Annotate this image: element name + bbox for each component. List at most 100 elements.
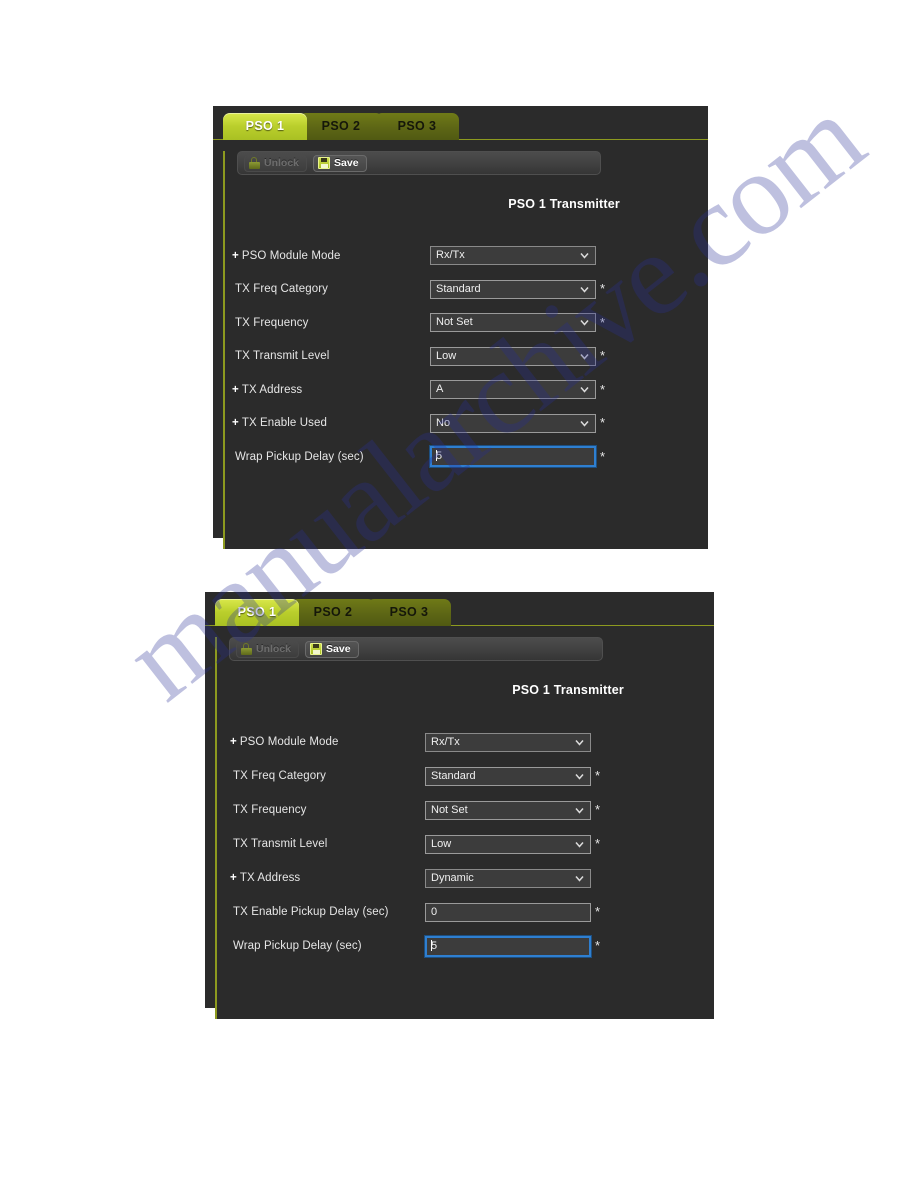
select-value: Low <box>436 349 457 362</box>
field-label: TX Freq Category <box>217 770 425 782</box>
form-row: +PSO Module Mode Rx/Tx * <box>217 725 714 759</box>
form-row: +PSO Module Mode Rx/Tx * <box>225 239 708 273</box>
expand-marker: + <box>232 383 239 396</box>
select-value: Not Set <box>436 316 473 329</box>
chevron-down-icon <box>580 251 589 260</box>
pso-config-panel-1: PSO 3 PSO 2 PSO 1 Unlock Save PSO 1 Tran… <box>213 106 708 549</box>
field-label: TX Frequency <box>225 317 430 329</box>
tab-pso-1[interactable]: PSO 1 <box>223 113 307 140</box>
tx-enable-used-select[interactable]: No <box>430 413 596 433</box>
required-marker: * <box>595 768 601 783</box>
select-value: Not Set <box>431 803 468 816</box>
field-wrap: No * <box>430 413 608 433</box>
tab-pso-3[interactable]: PSO 3 <box>367 599 451 626</box>
unlock-button[interactable]: Unlock <box>244 154 308 172</box>
chevron-down-icon <box>580 385 589 394</box>
required-marker: * <box>595 904 601 919</box>
required-marker: * <box>595 938 601 953</box>
tx-address-select[interactable]: Dynamic <box>425 868 591 888</box>
tab-pso-3[interactable]: PSO 3 <box>375 113 459 140</box>
field-label: + PSO Module Mode <box>225 250 430 262</box>
field-label: Wrap Pickup Delay (sec) <box>225 451 430 463</box>
tx-address-select[interactable]: A <box>430 380 596 400</box>
field-wrap: Low * <box>425 834 603 854</box>
pso-module-mode-select[interactable]: Rx/Tx <box>430 246 596 266</box>
field-label-text: TX Transmit Level <box>235 350 330 363</box>
field-label: TX Frequency <box>217 804 425 816</box>
unlock-button-label: Unlock <box>256 643 292 655</box>
tx-freq-category-select[interactable]: Standard <box>430 279 596 299</box>
field-wrap: Rx/Tx * <box>425 732 603 752</box>
save-button[interactable]: Save <box>313 154 367 172</box>
field-label-text: TX Freq Category <box>233 770 326 782</box>
save-button-label: Save <box>334 157 359 169</box>
save-button[interactable]: Save <box>305 640 359 658</box>
select-value: Dynamic <box>431 871 474 884</box>
field-label-text: PSO Module Mode <box>241 249 341 262</box>
chevron-down-icon <box>575 840 584 849</box>
input-value: 0 <box>431 905 438 918</box>
action-toolbar: Unlock Save <box>237 151 601 175</box>
field-wrap: 5 * <box>430 446 608 468</box>
tx-transmit-level-select[interactable]: Low <box>425 834 591 854</box>
lock-icon <box>241 643 252 655</box>
expand-marker: + <box>232 417 239 430</box>
field-label: TX Transmit Level <box>217 838 425 850</box>
chevron-down-icon <box>575 806 584 815</box>
field-label-text: TX Enable Pickup Delay (sec) <box>233 906 389 918</box>
panel-title: PSO 1 Transmitter <box>512 683 624 697</box>
floppy-disk-icon <box>310 643 323 655</box>
pso-module-mode-select[interactable]: Rx/Tx <box>425 732 591 752</box>
form-row: TX Enable Pickup Delay (sec) 0 * <box>217 895 714 929</box>
floppy-disk-icon <box>318 157 331 169</box>
field-label: + TX Address <box>225 384 430 396</box>
panel-title: PSO 1 Transmitter <box>508 197 620 211</box>
required-marker: * <box>600 381 606 397</box>
form-row: TX Freq Category Standard * <box>225 273 708 307</box>
required-marker: * <box>600 314 606 330</box>
field-label-text: PSO Module Mode <box>239 736 339 748</box>
form-row: Wrap Pickup Delay (sec) 5 * <box>217 929 714 963</box>
form-row: TX Frequency Not Set * <box>225 306 708 340</box>
select-value: Rx/Tx <box>431 735 460 748</box>
tab-strip: PSO 3 PSO 2 PSO 1 <box>213 106 708 140</box>
field-wrap: Standard * <box>425 766 603 786</box>
tx-frequency-select[interactable]: Not Set <box>430 313 596 333</box>
wrap-pickup-delay-input[interactable]: 5 <box>425 935 591 957</box>
field-label: + TX Enable Used <box>225 417 430 429</box>
tab-strip: PSO 3 PSO 2 PSO 1 <box>205 592 714 626</box>
input-value: 5 <box>431 939 438 952</box>
field-label-text: TX Address <box>239 872 301 884</box>
select-value: Standard <box>431 769 476 782</box>
field-wrap: 0 * <box>425 902 603 922</box>
field-label: TX Transmit Level <box>225 350 430 362</box>
field-label: + PSO Module Mode <box>217 736 425 748</box>
unlock-button[interactable]: Unlock <box>236 640 300 658</box>
select-value: Rx/Tx <box>436 249 465 262</box>
field-label-text: TX Enable Used <box>241 417 327 430</box>
wrap-pickup-delay-input[interactable]: 5 <box>430 446 596 468</box>
field-wrap: Dynamic * <box>425 868 603 888</box>
field-wrap: Not Set * <box>430 313 608 333</box>
tx-transmit-level-select[interactable]: Low <box>430 346 596 366</box>
tab-pso-2[interactable]: PSO 2 <box>291 599 375 626</box>
chevron-down-icon <box>575 772 584 781</box>
expand-marker: + <box>230 872 237 884</box>
tab-pso-2[interactable]: PSO 2 <box>299 113 383 140</box>
tx-frequency-select[interactable]: Not Set <box>425 800 591 820</box>
expand-marker: + <box>232 249 239 262</box>
config-form: +PSO Module Mode Rx/Tx * TX Freq Categor… <box>225 239 708 474</box>
select-value: No <box>436 416 451 429</box>
tab-pso-1[interactable]: PSO 1 <box>215 599 299 626</box>
panel-content: Unlock Save PSO 1 Transmitter + PSO Modul… <box>215 637 714 1019</box>
expand-marker: + <box>230 736 237 748</box>
required-marker: * <box>600 348 606 364</box>
chevron-down-icon <box>575 738 584 747</box>
tx-freq-category-select[interactable]: Standard <box>425 766 591 786</box>
config-form: +PSO Module Mode Rx/Tx * TX Freq Categor… <box>217 725 714 963</box>
required-marker: * <box>600 281 606 297</box>
form-row: TX Transmit Level Low * <box>217 827 714 861</box>
tx-enable-pickup-delay-input[interactable]: 0 <box>425 902 591 922</box>
required-marker: * <box>600 448 606 464</box>
field-label-text: TX Frequency <box>235 316 309 329</box>
